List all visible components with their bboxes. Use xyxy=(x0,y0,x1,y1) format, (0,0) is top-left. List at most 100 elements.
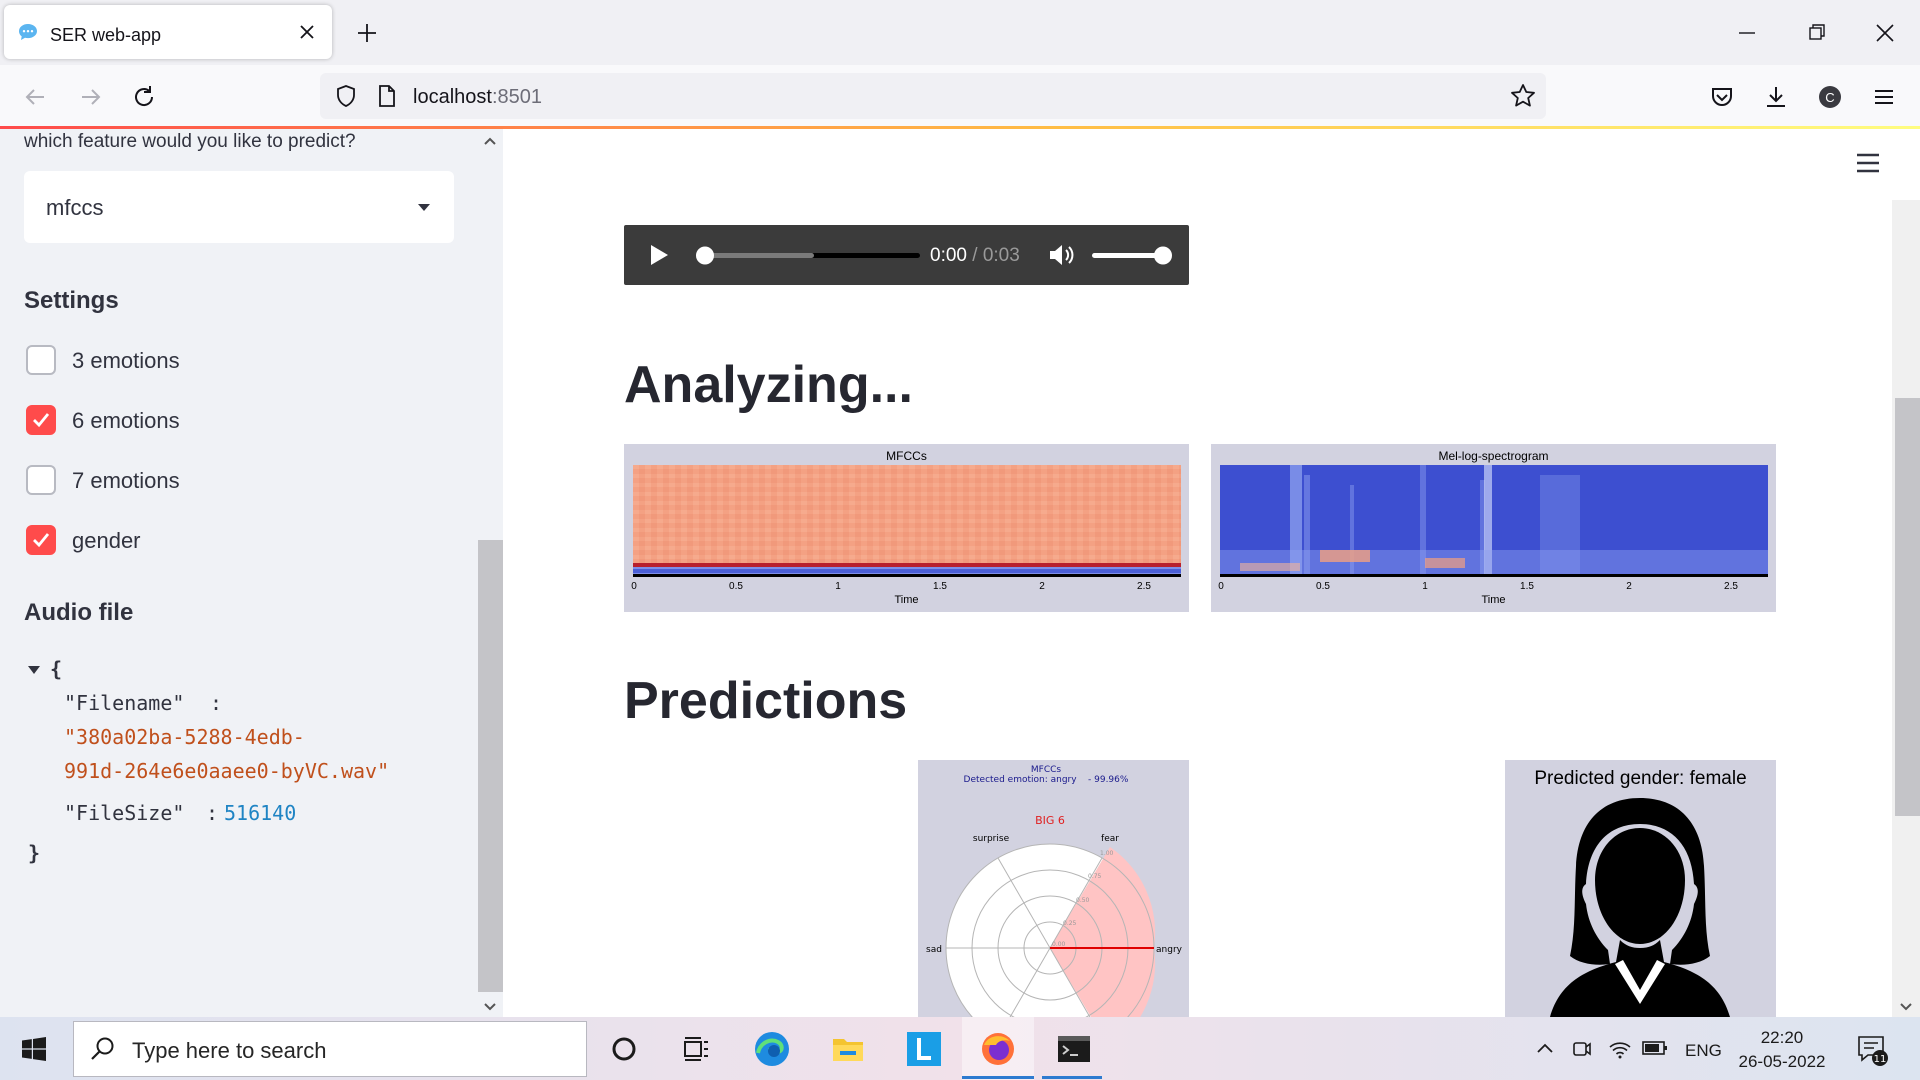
cortana-icon[interactable] xyxy=(604,1029,644,1069)
emotion-radar-chart: MFCCs Detected emotion: angry - 99.96% B… xyxy=(918,760,1189,1017)
radar-detected-emotion: Detected emotion: angry - 99.96% xyxy=(964,775,1129,785)
predicted-gender-title: Predicted gender: female xyxy=(1534,768,1747,789)
l-app-icon[interactable] xyxy=(904,1029,944,1069)
svg-text:C: C xyxy=(1825,90,1834,105)
firefox-active-indicator xyxy=(962,1076,1034,1079)
x-tick: 2.5 xyxy=(1137,581,1151,592)
chat-bubble-icon xyxy=(19,24,37,40)
json-filesize-value: 516140 xyxy=(224,801,297,825)
minimize-icon[interactable] xyxy=(1734,20,1760,46)
scroll-up-arrow-icon[interactable] xyxy=(483,134,497,148)
x-tick: 1.5 xyxy=(1520,581,1534,592)
mfcc-heatmap xyxy=(633,465,1181,575)
browser-tab-bar: SER web-app xyxy=(0,0,1920,65)
chevron-down-icon xyxy=(418,204,430,211)
browser-nav-bar: localhost:8501 C xyxy=(0,65,1920,127)
account-avatar-icon[interactable]: C xyxy=(1816,83,1844,111)
back-arrow-icon[interactable] xyxy=(22,83,50,111)
url-bar[interactable]: localhost:8501 xyxy=(320,73,1546,119)
page-icon[interactable] xyxy=(376,84,398,108)
meet-now-icon[interactable] xyxy=(1572,1037,1592,1059)
x-tick: 0.5 xyxy=(729,581,743,592)
radar-title: MFCCs xyxy=(1031,765,1062,775)
bookmark-star-icon[interactable] xyxy=(1510,83,1536,109)
main-scrollbar-thumb[interactable] xyxy=(1895,398,1920,816)
edge-icon[interactable] xyxy=(752,1029,792,1069)
radar-ring-label: 0.50 xyxy=(1076,897,1090,904)
terminal-icon[interactable] xyxy=(1054,1029,1094,1069)
close-tab-icon[interactable] xyxy=(296,21,318,43)
windows-start-icon[interactable] xyxy=(22,1037,46,1061)
audio-player: 0:00 / 0:03 xyxy=(624,225,1189,285)
checkmark-icon xyxy=(33,413,50,428)
scroll-down-arrow-icon[interactable] xyxy=(483,1000,497,1014)
shield-icon[interactable] xyxy=(334,84,358,108)
x-tick: 0.5 xyxy=(1316,581,1330,592)
radar-label: fear xyxy=(1101,834,1119,844)
language-indicator[interactable]: ENG xyxy=(1685,1041,1722,1061)
checkbox-label: 7 emotions xyxy=(72,468,180,493)
file-explorer-icon[interactable] xyxy=(828,1029,868,1069)
volume-icon[interactable] xyxy=(1048,242,1076,268)
taskbar-clock[interactable]: 22:20 26-05-2022 xyxy=(1734,1026,1830,1074)
audio-time-separator: / xyxy=(966,245,983,266)
mel-x-axis xyxy=(1220,574,1768,577)
checkbox-box[interactable] xyxy=(26,465,56,495)
json-filename-value-1: "380a02ba-5288-4edb- xyxy=(64,725,305,749)
settings-heading: Settings xyxy=(24,287,119,314)
taskbar-search-box[interactable]: Type here to search xyxy=(73,1021,587,1077)
radar-svg: MFCCs Detected emotion: angry - 99.96% B… xyxy=(926,765,1183,1017)
forward-arrow-icon[interactable] xyxy=(76,83,104,111)
feature-select-label: which feature would you like to predict? xyxy=(24,131,356,152)
female-silhouette-icon xyxy=(1550,798,1730,1017)
notification-icon[interactable]: 11 xyxy=(1856,1033,1890,1067)
close-window-icon[interactable] xyxy=(1872,20,1898,46)
feature-select-value: mfccs xyxy=(46,195,104,220)
sidebar-scrollbar-thumb[interactable] xyxy=(478,540,503,992)
menu-icon[interactable] xyxy=(1870,83,1898,111)
volume-slider[interactable] xyxy=(1090,243,1174,267)
terminal-active-indicator xyxy=(1042,1076,1102,1079)
download-icon[interactable] xyxy=(1762,83,1790,111)
browser-tab[interactable]: SER web-app xyxy=(4,5,332,59)
gender-prediction-card: Predicted gender: female xyxy=(1505,760,1776,1017)
new-tab-icon[interactable] xyxy=(354,20,380,46)
json-key-filename: "Filename" xyxy=(64,691,185,715)
app-menu-icon[interactable] xyxy=(1856,153,1880,173)
chevron-up-icon[interactable] xyxy=(1536,1041,1554,1055)
radar-ring-label: 0.75 xyxy=(1088,873,1102,880)
audio-progress-slider[interactable] xyxy=(696,243,920,267)
checkbox-box[interactable] xyxy=(26,405,56,435)
tab-title: SER web-app xyxy=(50,25,162,45)
audio-time: 0:00 / 0:03 xyxy=(930,245,1020,267)
analyzing-heading: Analyzing... xyxy=(624,356,913,414)
feature-select[interactable]: mfccs xyxy=(24,171,454,243)
pocket-icon[interactable] xyxy=(1708,83,1736,111)
url-host: localhost xyxy=(413,86,492,108)
predictions-heading: Predictions xyxy=(624,672,908,730)
mfcc-plot-title: MFCCs xyxy=(886,449,927,463)
reload-icon[interactable] xyxy=(130,83,158,111)
checkbox-box[interactable] xyxy=(26,525,56,555)
json-colon: : xyxy=(210,691,223,715)
x-tick: 1 xyxy=(1422,581,1428,592)
battery-icon[interactable] xyxy=(1642,1039,1668,1057)
restore-icon[interactable] xyxy=(1804,20,1830,46)
radar-ring-label: 1.00 xyxy=(1100,850,1114,857)
clock-date: 26-05-2022 xyxy=(1738,1052,1826,1071)
main-scroll-down-arrow-icon[interactable] xyxy=(1899,1000,1913,1014)
checkbox-box[interactable] xyxy=(26,345,56,375)
radar-ring-label: 0.25 xyxy=(1063,920,1077,927)
task-view-icon[interactable] xyxy=(676,1029,716,1069)
mfcc-x-axis xyxy=(633,574,1181,577)
firefox-icon[interactable] xyxy=(978,1029,1018,1069)
clock-time: 22:20 xyxy=(1760,1028,1804,1047)
x-tick: 2 xyxy=(1626,581,1632,592)
radar-label: angry xyxy=(1156,945,1183,955)
play-icon[interactable] xyxy=(648,243,670,267)
collapse-caret-icon[interactable] xyxy=(28,666,40,674)
x-tick: 1.5 xyxy=(933,581,947,592)
wifi-icon[interactable] xyxy=(1608,1037,1632,1059)
url-text[interactable]: localhost:8501 xyxy=(413,86,542,109)
x-tick: 2.5 xyxy=(1724,581,1738,592)
